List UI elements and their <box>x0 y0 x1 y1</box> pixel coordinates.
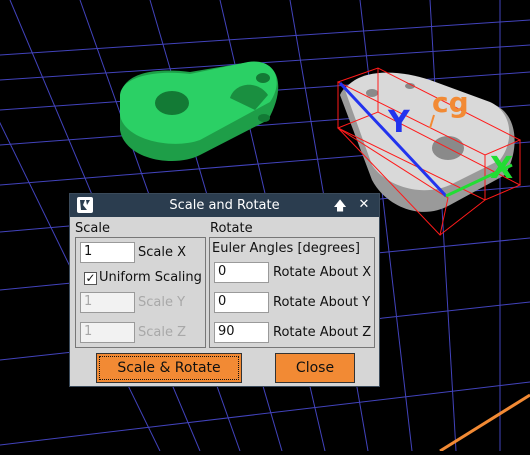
rotate-x-label: Rotate About X <box>273 265 372 280</box>
y-axis-label: Y <box>387 105 411 140</box>
close-button[interactable]: Close <box>275 353 355 383</box>
rotate-z-input[interactable]: 90 <box>214 322 269 343</box>
scale-x-label: Scale X <box>138 245 187 260</box>
scale-z-label: Scale Z <box>138 325 187 340</box>
euler-angles-label: Euler Angles [degrees] <box>212 241 360 256</box>
uniform-scaling-checkbox[interactable]: ✓ <box>84 272 97 285</box>
rotate-y-input[interactable]: 0 <box>214 292 269 313</box>
scale-rotate-dialog: Scale and Rotate 🡅 ✕ Scale 1 Scale X ✓ U… <box>69 193 380 387</box>
scale-z-input: 1 <box>80 322 135 343</box>
uniform-scaling-label[interactable]: Uniform Scaling <box>99 270 202 285</box>
scale-rotate-button[interactable]: Scale & Rotate <box>96 353 242 383</box>
rotate-x-input[interactable]: 0 <box>214 262 269 283</box>
dialog-titlebar[interactable]: Scale and Rotate 🡅 ✕ <box>70 194 379 217</box>
rotate-heading: Rotate <box>210 221 253 236</box>
x-axis-label: X <box>490 151 513 186</box>
maximize-icon[interactable]: 🡅 <box>332 197 348 219</box>
rotate-y-label: Rotate About Y <box>273 295 371 310</box>
scale-y-input: 1 <box>80 292 135 313</box>
scale-x-input[interactable]: 1 <box>80 242 135 263</box>
close-icon[interactable]: ✕ <box>356 197 372 212</box>
scale-heading: Scale <box>75 221 110 236</box>
rotate-z-label: Rotate About Z <box>273 325 372 340</box>
cg-label: cg <box>432 86 469 119</box>
scale-y-label: Scale Y <box>138 295 186 310</box>
